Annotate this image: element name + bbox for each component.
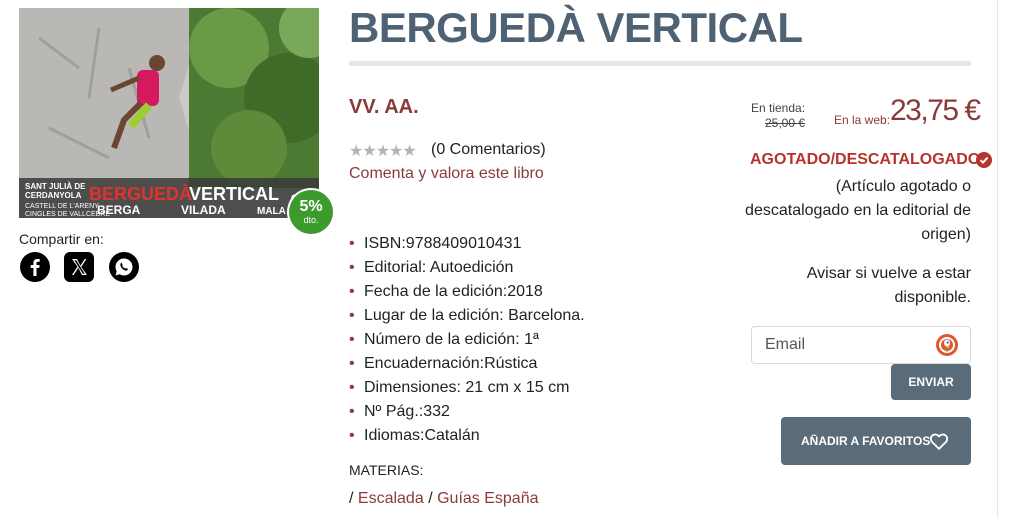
cover-illustration: SANT JULIÀ DE CERDANYOLA CASTELL DE L'AR… — [19, 8, 319, 218]
whatsapp-icon[interactable] — [109, 252, 139, 282]
detail-binding: • Encuadernación:Rústica — [349, 355, 538, 372]
web-price: 23,75 € — [890, 94, 981, 127]
subject-link-escalada[interactable]: Escalada — [358, 490, 424, 507]
discount-badge: 5% dto. — [289, 190, 333, 234]
cover-place-2: VILADA — [181, 203, 226, 217]
detail-pages: • Nº Pág.:332 — [349, 403, 450, 420]
cover-text-line2: CERDANYOLA — [25, 191, 82, 200]
subject-separator: / — [349, 490, 354, 507]
discount-label: dto. — [303, 215, 319, 225]
rating-stars[interactable]: ★★★★★ — [349, 141, 417, 161]
detail-isbn: • ISBN:9788409010431 — [349, 235, 522, 252]
email-field-wrapper — [751, 326, 971, 364]
cover-title-word1: BERGUEDÀ — [89, 183, 192, 204]
subject-separator: / — [428, 490, 433, 507]
rate-book-link[interactable]: Comenta y valora este libro — [349, 165, 544, 183]
title-divider — [349, 61, 971, 66]
discount-percent: 5% — [299, 198, 323, 215]
share-label: Compartir en: — [19, 231, 104, 247]
send-button[interactable]: ENVIAR — [891, 364, 971, 400]
cover-place-3: MALA — [257, 206, 286, 217]
heart-icon — [928, 430, 950, 455]
availability-note: (Artículo agotado o descatalogado en la … — [745, 178, 971, 243]
book-title: BERGUEDÀ VERTICAL — [349, 4, 803, 51]
detail-languages: • Idiomas:Catalán — [349, 427, 480, 444]
add-to-favorites-label: AÑADIR A FAVORITOS — [801, 434, 931, 448]
web-price-label: En la web: — [834, 113, 891, 127]
detail-edition-number: • Número de la edición: 1ª — [349, 331, 539, 348]
book-author[interactable]: VV. AA. — [349, 96, 419, 119]
cover-place-1: BERGA — [97, 203, 141, 217]
detail-edition-date: • Fecha de la edición:2018 — [349, 283, 543, 300]
comments-count: (0 Comentarios) — [431, 141, 546, 158]
detail-dimensions: • Dimensiones: 21 cm x 15 cm — [349, 379, 570, 396]
book-cover-image[interactable]: SANT JULIÀ DE CERDANYOLA CASTELL DE L'AR… — [19, 8, 319, 218]
subjects-label: MATERIAS: — [349, 462, 424, 478]
notify-text: Avisar si vuelve a estar disponible. — [806, 265, 971, 306]
detail-edition-place: • Lugar de la edición: Barcelona. — [349, 307, 585, 324]
store-price: 25,00 € — [765, 116, 806, 130]
subjects-breadcrumb: / Escalada / Guías España — [349, 490, 539, 508]
duckduckgo-icon[interactable] — [936, 334, 958, 356]
cover-text-line1: SANT JULIÀ DE — [25, 182, 86, 191]
x-icon[interactable] — [64, 252, 94, 282]
checkmark-circle-icon — [976, 152, 992, 168]
facebook-icon[interactable] — [20, 252, 50, 282]
add-to-favorites-button[interactable]: AÑADIR A FAVORITOS — [781, 417, 971, 465]
availability-status: AGOTADO/DESCATALOGADO — [750, 151, 981, 168]
cover-text-line3: CASTELL DE L'ARENY — [25, 203, 99, 210]
cover-title-word2: VERTICAL — [189, 184, 279, 204]
email-input[interactable] — [763, 335, 927, 355]
book-details-list: • ISBN:9788409010431 • Editorial: Autoedic… — [349, 232, 585, 448]
subject-link-guias-espana[interactable]: Guías España — [437, 490, 538, 507]
store-price-label: En tienda: — [751, 101, 806, 115]
detail-publisher: • Editorial: Autoedición — [349, 259, 514, 276]
page-divider — [997, 0, 998, 518]
